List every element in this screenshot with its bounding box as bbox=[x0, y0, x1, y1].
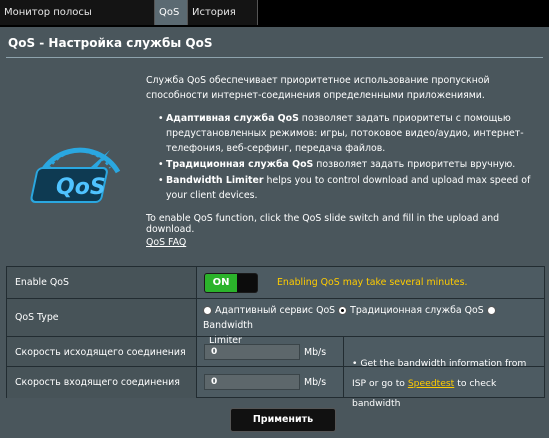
apply-button[interactable]: Применить bbox=[230, 408, 336, 432]
upload-speed-input[interactable] bbox=[204, 344, 300, 360]
enable-qos-row: Enable QoS ON Enabling QoS may take seve… bbox=[7, 267, 544, 298]
qos-type-label: QoS Type bbox=[15, 312, 59, 323]
toggle-knob bbox=[237, 274, 257, 292]
download-speed-label: Скорость входящего соединения bbox=[15, 377, 180, 388]
bullet-title: Bandwidth Limiter bbox=[166, 175, 264, 186]
enable-qos-note: Enabling QoS may take several minutes. bbox=[277, 277, 468, 288]
list-item: • Традиционная служба QoS позволяет задат… bbox=[158, 159, 516, 170]
radio-label: Адаптивный сервис QoS bbox=[214, 305, 336, 316]
toggle-on-label: ON bbox=[205, 274, 237, 292]
download-unit: Mb/s bbox=[304, 377, 327, 388]
radio-bandwidth-limiter[interactable] bbox=[486, 306, 496, 315]
qos-type-row: QoS Type Адаптивный сервис QoS Традицион… bbox=[7, 298, 544, 346]
qos-description: Служба QoS обеспечивает приоритетное исп… bbox=[146, 75, 490, 101]
row-label-cell: Enable QoS bbox=[7, 267, 197, 298]
tab-label: QoS bbox=[159, 7, 180, 18]
upload-speed-label: Скорость исходящего соединения bbox=[15, 347, 186, 358]
page-title: QoS - Настройка службы QoS bbox=[8, 36, 213, 50]
qos-toggle-switch[interactable]: ON bbox=[204, 273, 258, 293]
upload-unit: Mb/s bbox=[304, 347, 327, 358]
radio-label: Традиционная служба QoS bbox=[350, 305, 484, 316]
list-item: • Адаптивная служба QoS позволяет задать … bbox=[158, 113, 524, 154]
download-speed-row: Скорость входящего соединения Mb/s bbox=[7, 366, 544, 398]
row-label-cell: QoS Type bbox=[7, 299, 197, 337]
list-item: • Bandwidth Limiter helps you to control … bbox=[158, 175, 531, 201]
qos-settings-table: Enable QoS ON Enabling QoS may take seve… bbox=[6, 266, 545, 409]
feature-list: • Адаптивная служба QoS позволяет задать … bbox=[158, 111, 544, 204]
bullet-title: Адаптивная служба QoS bbox=[166, 113, 299, 124]
tab-bar: Монитор полосы пропускания QoS История в… bbox=[0, 0, 549, 43]
qos-faq-link[interactable]: QoS FAQ bbox=[146, 237, 186, 248]
qos-speedometer-icon: QoS bbox=[30, 147, 121, 203]
tab-bandwidth-monitor[interactable]: Монитор полосы пропускания bbox=[0, 0, 155, 43]
radio-adaptive-qos[interactable] bbox=[203, 306, 212, 315]
download-speed-input[interactable] bbox=[204, 374, 300, 390]
radio-traditional-qos[interactable] bbox=[338, 306, 348, 315]
upload-speed-row: Скорость исходящего соединения Mb/s • Ge… bbox=[7, 336, 544, 409]
bullet-title: Традиционная служба QoS bbox=[166, 159, 314, 170]
title-divider bbox=[6, 57, 543, 58]
tab-qos[interactable]: QoS bbox=[155, 0, 188, 25]
bullet-text: позволяет задать приоритеты вручную. bbox=[313, 159, 516, 170]
logo-text: QoS bbox=[56, 175, 106, 200]
enable-qos-label: Enable QoS bbox=[15, 277, 69, 288]
enable-instructions: To enable QoS function, click the QoS sl… bbox=[146, 213, 500, 235]
radio-label: Bandwidth bbox=[203, 320, 253, 331]
row-label-cell: Скорость входящего соединения bbox=[7, 367, 197, 398]
row-label-cell: Скорость исходящего соединения bbox=[7, 337, 197, 367]
tab-web-history[interactable]: История веб bbox=[188, 0, 258, 43]
